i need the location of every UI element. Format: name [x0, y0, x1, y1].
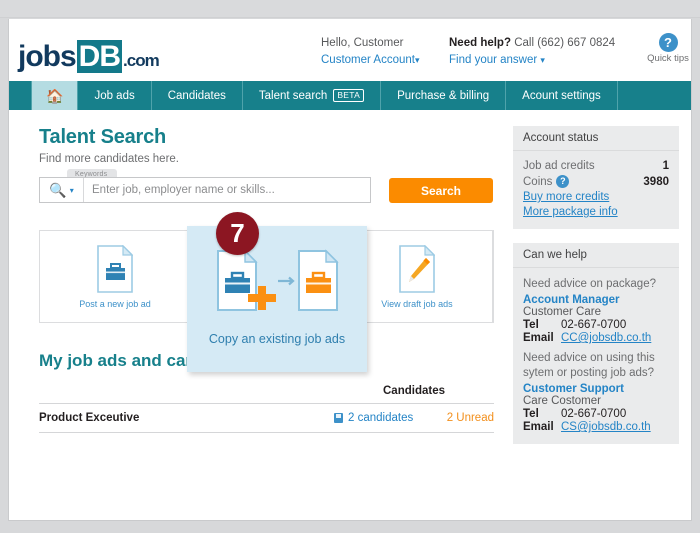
right-sidebar: Account status Job ad credits 1 Coins ? — [513, 126, 679, 458]
candidates-count-link[interactable]: 2 candidates — [348, 412, 413, 424]
email-label: Email — [523, 421, 554, 433]
nav-label: Job ads — [94, 89, 135, 102]
table-row[interactable]: Product Exceutive 2 candidates 2 Unread — [39, 403, 494, 433]
status-value: 3980 — [643, 175, 669, 188]
card-label: View draft job ads — [381, 298, 453, 309]
chevron-down-icon: ▾ — [69, 185, 74, 195]
nav-item-talent-search[interactable]: Talent search BETA — [243, 81, 382, 110]
candidates-cell: 2 candidates — [334, 412, 434, 424]
status-label: Coins — [523, 175, 553, 188]
email-label: Email — [523, 332, 554, 344]
buy-more-credits-link[interactable]: Buy more credits — [523, 191, 669, 203]
nav-label: Acount settings — [522, 89, 601, 102]
account-manager-name: Customer Care — [523, 306, 601, 318]
customer-account-link[interactable]: Customer Account — [321, 52, 415, 69]
status-line-job-ad-credits: Job ad credits 1 — [523, 160, 669, 172]
page-content: Talent Search Find more candidates here.… — [9, 110, 691, 520]
can-we-help-body: Need advice on package? Account Manager … — [513, 268, 679, 444]
document-pencil-icon — [399, 244, 435, 293]
question-mark-circle-icon[interactable]: ? — [556, 175, 570, 188]
card-label: Post a new job ad — [79, 298, 151, 309]
status-value: 1 — [662, 160, 669, 172]
page-body: jobs DB .com Hello, Customer Customer Acco… — [8, 19, 692, 521]
quick-tips-label: Quick tips — [647, 53, 689, 64]
nav-label: Purchase & billing — [397, 89, 490, 102]
logo-text-dotcom: .com — [123, 51, 160, 70]
account-greeting-block: Hello, Customer Customer Account▾ — [321, 35, 420, 69]
copy-job-ad-icon — [187, 248, 367, 320]
page-title: Talent Search — [39, 126, 167, 148]
job-ads-table: Candidates Product Exceutive 2 candidate… — [39, 385, 494, 433]
account-status-body: Job ad credits 1 Coins ? 3980 Buy more c… — [513, 151, 679, 229]
unread-count-link[interactable]: 2 Unread — [434, 412, 494, 424]
status-line-coins: Coins ? 3980 — [523, 175, 669, 188]
chevron-down-icon: ▾ — [540, 55, 545, 65]
talent-search-row: Keywords 🔍 ▾ Search — [39, 169, 494, 209]
tel-value: 02-667-0700 — [561, 408, 627, 420]
more-package-info-link[interactable]: More package info — [523, 206, 669, 218]
saved-candidates-icon — [334, 413, 343, 423]
nav-item-purchase-billing[interactable]: Purchase & billing — [381, 81, 507, 110]
column-header-candidates: Candidates — [383, 385, 445, 397]
nav-label: Candidates — [167, 89, 226, 102]
tel-value: 02-667-0700 — [561, 319, 627, 331]
card-copy-existing-job-ads[interactable]: Copy an existing job ads — [187, 226, 367, 372]
can-we-help-title: Can we help — [513, 243, 679, 268]
search-box: 🔍 ▾ — [39, 177, 371, 203]
email-link[interactable]: CS@jobsdb.co.th — [561, 421, 651, 433]
quick-action-cards: Post a new job ad View draft job ads Cop… — [39, 212, 494, 372]
job-title-cell: Product Exceutive — [39, 412, 140, 424]
window-top-strip — [0, 0, 700, 18]
nav-item-job-ads[interactable]: Job ads — [78, 81, 152, 110]
find-your-answer-link[interactable]: Find your answer — [449, 52, 537, 69]
need-help-phone: Call (662) 667 0824 — [514, 37, 616, 49]
tel-label: Tel — [523, 408, 539, 420]
main-column: Talent Search Find more candidates here.… — [39, 126, 494, 433]
account-status-title: Account status — [513, 126, 679, 151]
nav-item-candidates[interactable]: Candidates — [152, 81, 243, 110]
chevron-down-icon: ▾ — [414, 55, 420, 65]
need-help-block: Need help? Call (662) 667 0824 Find your… — [449, 35, 615, 69]
account-status-panel: Account status Job ad credits 1 Coins ? — [513, 126, 679, 229]
account-manager-email: Email CC@jobsdb.co.th — [523, 332, 669, 344]
need-help-label: Need help? — [449, 37, 511, 49]
customer-support-tel: Tel 02-667-0700 — [523, 408, 669, 420]
table-header-row: Candidates — [39, 385, 494, 403]
help-question-system: Need advice on using this sytem or posti… — [523, 352, 655, 379]
customer-support-name: Care Costomer — [523, 395, 601, 407]
browser-window: jobs DB .com Hello, Customer Customer Acco… — [0, 0, 700, 533]
card-label: Copy an existing job ads — [208, 332, 346, 346]
email-link[interactable]: CC@jobsdb.co.th — [561, 332, 651, 344]
account-manager-tel: Tel 02-667-0700 — [523, 319, 669, 331]
search-button[interactable]: Search — [389, 178, 493, 203]
status-label: Job ad credits — [523, 160, 595, 172]
main-navigation: 🏠 Job ads Candidates Talent search BETA … — [9, 81, 691, 110]
home-icon: 🏠 — [46, 87, 64, 104]
quick-tips-button[interactable]: ? Quick tips — [647, 33, 689, 64]
nav-label: Talent search — [258, 89, 328, 102]
card-post-new-job-ad[interactable]: Post a new job ad — [40, 231, 191, 322]
document-briefcase-icon — [97, 244, 133, 293]
nav-item-account-settings[interactable]: Acount settings — [506, 81, 618, 110]
column-header-job — [39, 385, 334, 397]
search-input[interactable] — [84, 178, 370, 202]
customer-support-email: Email CS@jobsdb.co.th — [523, 421, 669, 433]
site-header: jobs DB .com Hello, Customer Customer Acco… — [9, 19, 691, 81]
question-mark-circle-icon: ? — [658, 33, 678, 52]
logo-text-jobs: jobs — [18, 40, 77, 73]
account-manager-link[interactable]: Account Manager — [523, 294, 669, 306]
can-we-help-panel: Can we help Need advice on package? Acco… — [513, 243, 679, 444]
search-icon: 🔍 — [49, 181, 67, 198]
nav-item-home[interactable]: 🏠 — [31, 81, 79, 110]
search-type-dropdown[interactable]: 🔍 ▾ — [40, 178, 84, 202]
step-badge-7: 7 — [216, 212, 259, 255]
help-question-package: Need advice on package? — [523, 278, 656, 290]
logo-text-db: DB — [76, 40, 123, 73]
jobsdb-logo[interactable]: jobs DB .com — [18, 40, 160, 73]
page-subtitle: Find more candidates here. — [39, 153, 179, 165]
beta-badge: BETA — [333, 89, 365, 102]
greeting-text: Hello, Customer — [321, 37, 404, 49]
tel-label: Tel — [523, 319, 539, 331]
customer-support-link[interactable]: Customer Support — [523, 383, 669, 395]
